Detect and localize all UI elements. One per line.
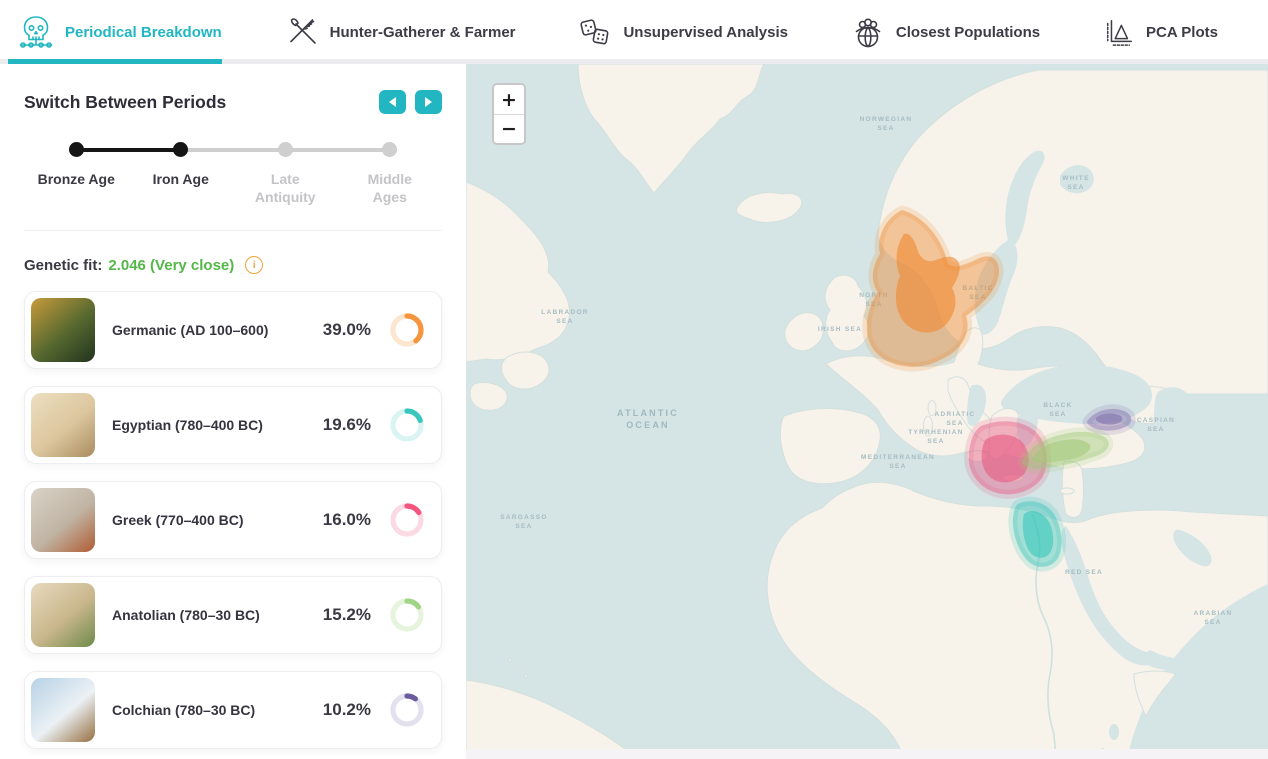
zoom-out-button[interactable]: − <box>494 114 524 143</box>
population-card[interactable]: Greek (770–400 BC) 16.0% <box>24 481 442 559</box>
map-zoom-control: + − <box>492 83 526 145</box>
caribbean-island <box>525 675 528 678</box>
percent-ring <box>387 500 427 540</box>
skull-timeline-icon <box>18 14 54 50</box>
active-tab-underline <box>8 59 222 64</box>
genetic-fit-value: 2.046 (Very close) <box>108 257 234 274</box>
caribbean-island <box>517 667 519 669</box>
colchian-region-blob <box>1087 409 1131 431</box>
period-dot <box>382 142 397 157</box>
population-thumbnail <box>31 583 95 647</box>
population-thumbnail <box>31 678 95 742</box>
tab-label: Unsupervised Analysis <box>623 24 788 41</box>
caribbean-island <box>509 659 512 662</box>
pca-plot-icon <box>1103 16 1135 48</box>
newfoundland <box>502 352 549 389</box>
population-name: Egyptian (780–400 BC) <box>112 417 323 433</box>
population-percent: 15.2% <box>323 605 371 625</box>
period-timeline: Bronze Age Iron Age Late Antiquity Middle A… <box>24 142 442 206</box>
population-name: Anatolian (780–30 BC) <box>112 607 323 623</box>
population-thumbnail <box>31 488 95 552</box>
period-label: Middle Ages <box>350 170 430 206</box>
map-canvas[interactable]: NORWEGIANSEAWHITESEALABRADORSEANORTHSEAB… <box>466 64 1268 759</box>
period-label: Iron Age <box>153 170 209 188</box>
genetic-fit-row: Genetic fit: 2.046 (Very close) i <box>0 231 466 290</box>
dice-icon <box>578 15 612 49</box>
tab-periodical-breakdown[interactable]: Periodical Breakdown <box>18 14 222 50</box>
period-switcher: Switch Between Periods Bronze Age <box>0 64 466 231</box>
population-thumbnail <box>31 298 95 362</box>
period-stop[interactable]: Middle Ages <box>338 142 443 206</box>
ancestry-app: Periodical Breakdown Hunter-Gatherer & F… <box>0 0 1268 759</box>
tab-label: Hunter-Gatherer & Farmer <box>330 24 516 41</box>
period-stop[interactable]: Bronze Age <box>24 142 129 206</box>
prev-period-button[interactable] <box>379 90 406 114</box>
left-arrow-icon <box>389 97 396 107</box>
left-panel: Switch Between Periods Bronze Age <box>0 64 466 759</box>
crossed-weapons-icon <box>285 15 319 49</box>
cyprus <box>1060 488 1074 494</box>
period-dot <box>173 142 188 157</box>
population-name: Greek (770–400 BC) <box>112 512 323 528</box>
percent-ring <box>387 595 427 635</box>
info-icon[interactable]: i <box>245 256 263 274</box>
sea-label-red-sea: RED SEA <box>1065 569 1103 576</box>
tab-closest-populations[interactable]: Closest Populations <box>851 15 1040 49</box>
right-arrow-icon <box>425 97 432 107</box>
percent-ring <box>387 690 427 730</box>
genetic-fit-label: Genetic fit: <box>24 257 102 274</box>
sea-label-irish-sea: IRISH SEA <box>818 326 862 333</box>
population-percent: 16.0% <box>323 510 371 530</box>
tab-hunter-gatherer-farmer[interactable]: Hunter-Gatherer & Farmer <box>285 15 516 49</box>
period-label: Bronze Age <box>38 170 115 188</box>
tab-label: PCA Plots <box>1146 24 1218 41</box>
percent-ring <box>387 405 427 445</box>
zoom-in-button[interactable]: + <box>494 85 524 114</box>
population-percent: 39.0% <box>323 320 371 340</box>
panel-title: Switch Between Periods <box>24 92 226 113</box>
tab-unsupervised-analysis[interactable]: Unsupervised Analysis <box>578 15 788 49</box>
population-card[interactable]: Anatolian (780–30 BC) 15.2% <box>24 576 442 654</box>
lake-victoria <box>1109 724 1119 740</box>
period-stop[interactable]: Late Antiquity <box>233 142 338 206</box>
map-attribution-bar <box>466 749 1268 759</box>
period-dot <box>278 142 293 157</box>
top-nav: Periodical Breakdown Hunter-Gatherer & F… <box>0 0 1268 64</box>
population-percent: 10.2% <box>323 700 371 720</box>
egyptian-region-blob <box>1013 501 1062 567</box>
next-period-button[interactable] <box>415 90 442 114</box>
percent-ring <box>387 310 427 350</box>
population-card[interactable]: Germanic (AD 100–600) 39.0% <box>24 291 442 369</box>
population-name: Colchian (780–30 BC) <box>112 702 323 718</box>
period-stop[interactable]: Iron Age <box>129 142 234 206</box>
tab-pca-plots[interactable]: PCA Plots <box>1103 16 1218 48</box>
globe-people-icon <box>851 15 885 49</box>
population-card[interactable]: Egyptian (780–400 BC) 19.6% <box>24 386 442 464</box>
period-label: Late Antiquity <box>245 170 325 206</box>
period-dot <box>69 142 84 157</box>
population-percent: 19.6% <box>323 415 371 435</box>
population-card[interactable]: Colchian (780–30 BC) 10.2% <box>24 671 442 749</box>
population-name: Germanic (AD 100–600) <box>112 322 323 338</box>
population-card-list: Germanic (AD 100–600) 39.0% Egyptian (78… <box>0 290 466 749</box>
tab-label: Periodical Breakdown <box>65 24 222 41</box>
population-thumbnail <box>31 393 95 457</box>
europe-map[interactable]: NORWEGIANSEAWHITESEALABRADORSEANORTHSEAB… <box>466 64 1268 759</box>
tab-label: Closest Populations <box>896 24 1040 41</box>
